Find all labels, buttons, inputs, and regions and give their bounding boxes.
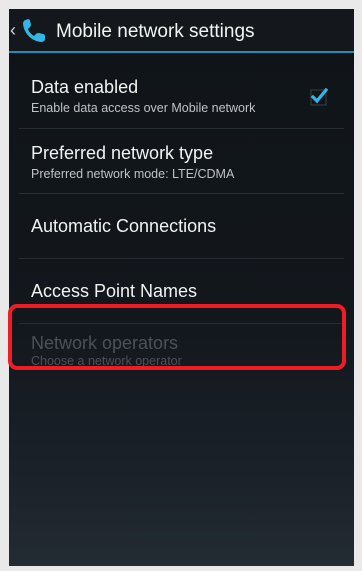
pref-automatic-connections-label: Automatic Connections [31,216,217,236]
pref-access-point-names-label: Access Point Names [31,281,198,301]
pref-network-type-summary: Preferred network mode: LTE/CDMA [31,167,235,181]
pref-network-type-label: Preferred network type [31,143,214,163]
page-title: Mobile network settings [56,21,255,42]
action-bar: ‹ Mobile network settings [9,9,354,53]
highlight-box [8,304,346,370]
screen: ‹ Mobile network settings Data enabled E… [9,9,354,566]
pref-automatic-connections[interactable]: Automatic Connections [9,194,354,256]
phone-icon[interactable] [19,16,49,46]
pref-data-enabled[interactable]: Data enabled Enable data access over Mob… [9,55,354,117]
device-frame: ‹ Mobile network settings Data enabled E… [0,0,362,571]
pref-data-enabled-label: Data enabled [31,77,139,97]
data-enabled-checkbox[interactable] [309,87,329,107]
pref-data-enabled-summary: Enable data access over Mobile network [31,101,256,115]
pref-preferred-network-type[interactable]: Preferred network type Preferred network… [9,129,354,191]
chevron-left-icon[interactable]: ‹ [10,21,16,39]
